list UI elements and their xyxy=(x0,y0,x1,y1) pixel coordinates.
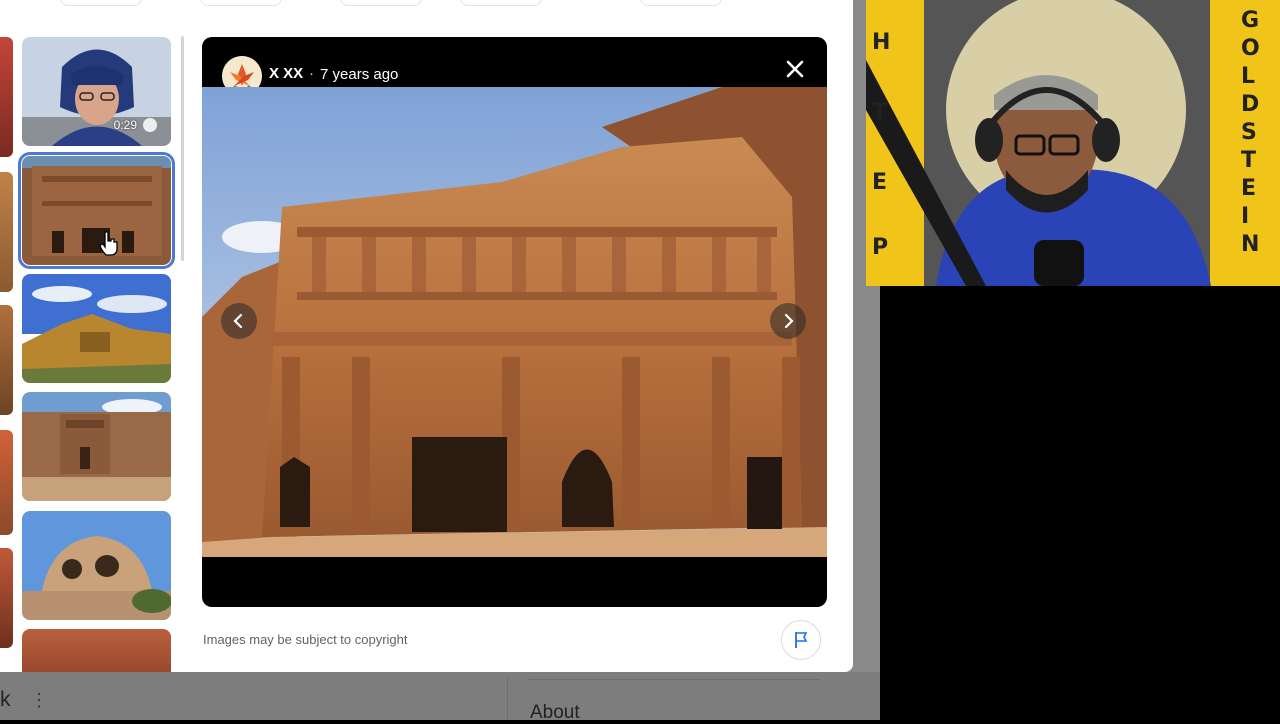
chevron-left-icon xyxy=(233,313,243,329)
monastery-canyon-image xyxy=(22,392,171,501)
banner-letter: O xyxy=(1241,36,1260,61)
cave-dwelling-image xyxy=(22,511,171,620)
image-viewer-dialog: 0:29 X XX · 7 years ago Images may be su… xyxy=(0,0,853,672)
background-text-fragment: k xyxy=(0,688,11,711)
report-button[interactable] xyxy=(781,620,821,660)
related-image-thumbnail[interactable] xyxy=(0,37,13,157)
main-image[interactable] xyxy=(202,87,827,557)
selected-image-thumbnail[interactable] xyxy=(18,152,175,269)
next-image-button[interactable] xyxy=(770,303,806,339)
streamer-webcam-image xyxy=(866,0,1280,286)
royal-tomb-facade-image xyxy=(202,87,827,557)
banner-letter: N xyxy=(1241,232,1260,257)
banner-letter: G xyxy=(1241,8,1260,33)
more-options-icon[interactable]: ⋮ xyxy=(30,690,48,710)
banner-letter: S xyxy=(1241,120,1257,145)
banner-letter: E xyxy=(1241,176,1257,201)
related-image-thumbnail[interactable] xyxy=(22,392,171,501)
banner-letter: E xyxy=(872,170,888,195)
rock-tomb-facade-image xyxy=(22,156,171,265)
close-icon xyxy=(786,60,804,78)
about-heading: About xyxy=(530,702,580,723)
filter-chip[interactable] xyxy=(60,0,142,6)
banner-letter: T xyxy=(1241,148,1257,173)
close-button[interactable] xyxy=(781,55,809,83)
separator: · xyxy=(309,65,314,82)
filter-chip[interactable] xyxy=(460,0,542,6)
banner-letter: L xyxy=(1241,64,1256,89)
filter-chip[interactable] xyxy=(640,0,722,6)
background-divider xyxy=(507,676,508,720)
post-age: 7 years ago xyxy=(320,66,399,83)
previous-image-button[interactable] xyxy=(221,303,257,339)
video-duration: 0:29 xyxy=(113,118,137,132)
banner-letter: I xyxy=(1241,204,1250,229)
related-image-thumbnail[interactable] xyxy=(22,511,171,620)
banner-letter: D xyxy=(1241,92,1260,117)
banner-letter: T xyxy=(872,100,888,125)
related-image-thumbnail[interactable] xyxy=(0,172,13,292)
filter-chip[interactable] xyxy=(340,0,422,6)
empty-region xyxy=(880,286,1280,720)
related-image-thumbnail[interactable] xyxy=(22,274,171,383)
related-image-thumbnail[interactable] xyxy=(0,548,13,648)
image-viewer: X XX · 7 years ago xyxy=(202,37,827,607)
chevron-right-icon xyxy=(784,313,794,329)
related-image-thumbnail[interactable] xyxy=(0,305,13,415)
filter-chip[interactable] xyxy=(200,0,282,6)
author-name[interactable]: X XX xyxy=(269,65,303,82)
thumbnail-scrollbar[interactable] xyxy=(181,36,184,261)
related-image-thumbnail[interactable] xyxy=(22,629,171,672)
copyright-notice: Images may be subject to copyright xyxy=(203,632,408,647)
hand-cursor-icon xyxy=(99,231,118,256)
flag-icon xyxy=(795,632,808,648)
video-thumbnail[interactable]: 0:29 xyxy=(22,37,171,146)
banner-letter: P xyxy=(872,235,889,260)
banner-letter: H xyxy=(872,30,891,55)
desert-rock-landscape-image xyxy=(22,274,171,383)
related-image-thumbnail[interactable] xyxy=(0,430,13,535)
webcam-overlay: H T E P G O L D S T E I N xyxy=(866,0,1280,286)
background-rule xyxy=(528,679,820,680)
play-icon xyxy=(143,118,157,132)
